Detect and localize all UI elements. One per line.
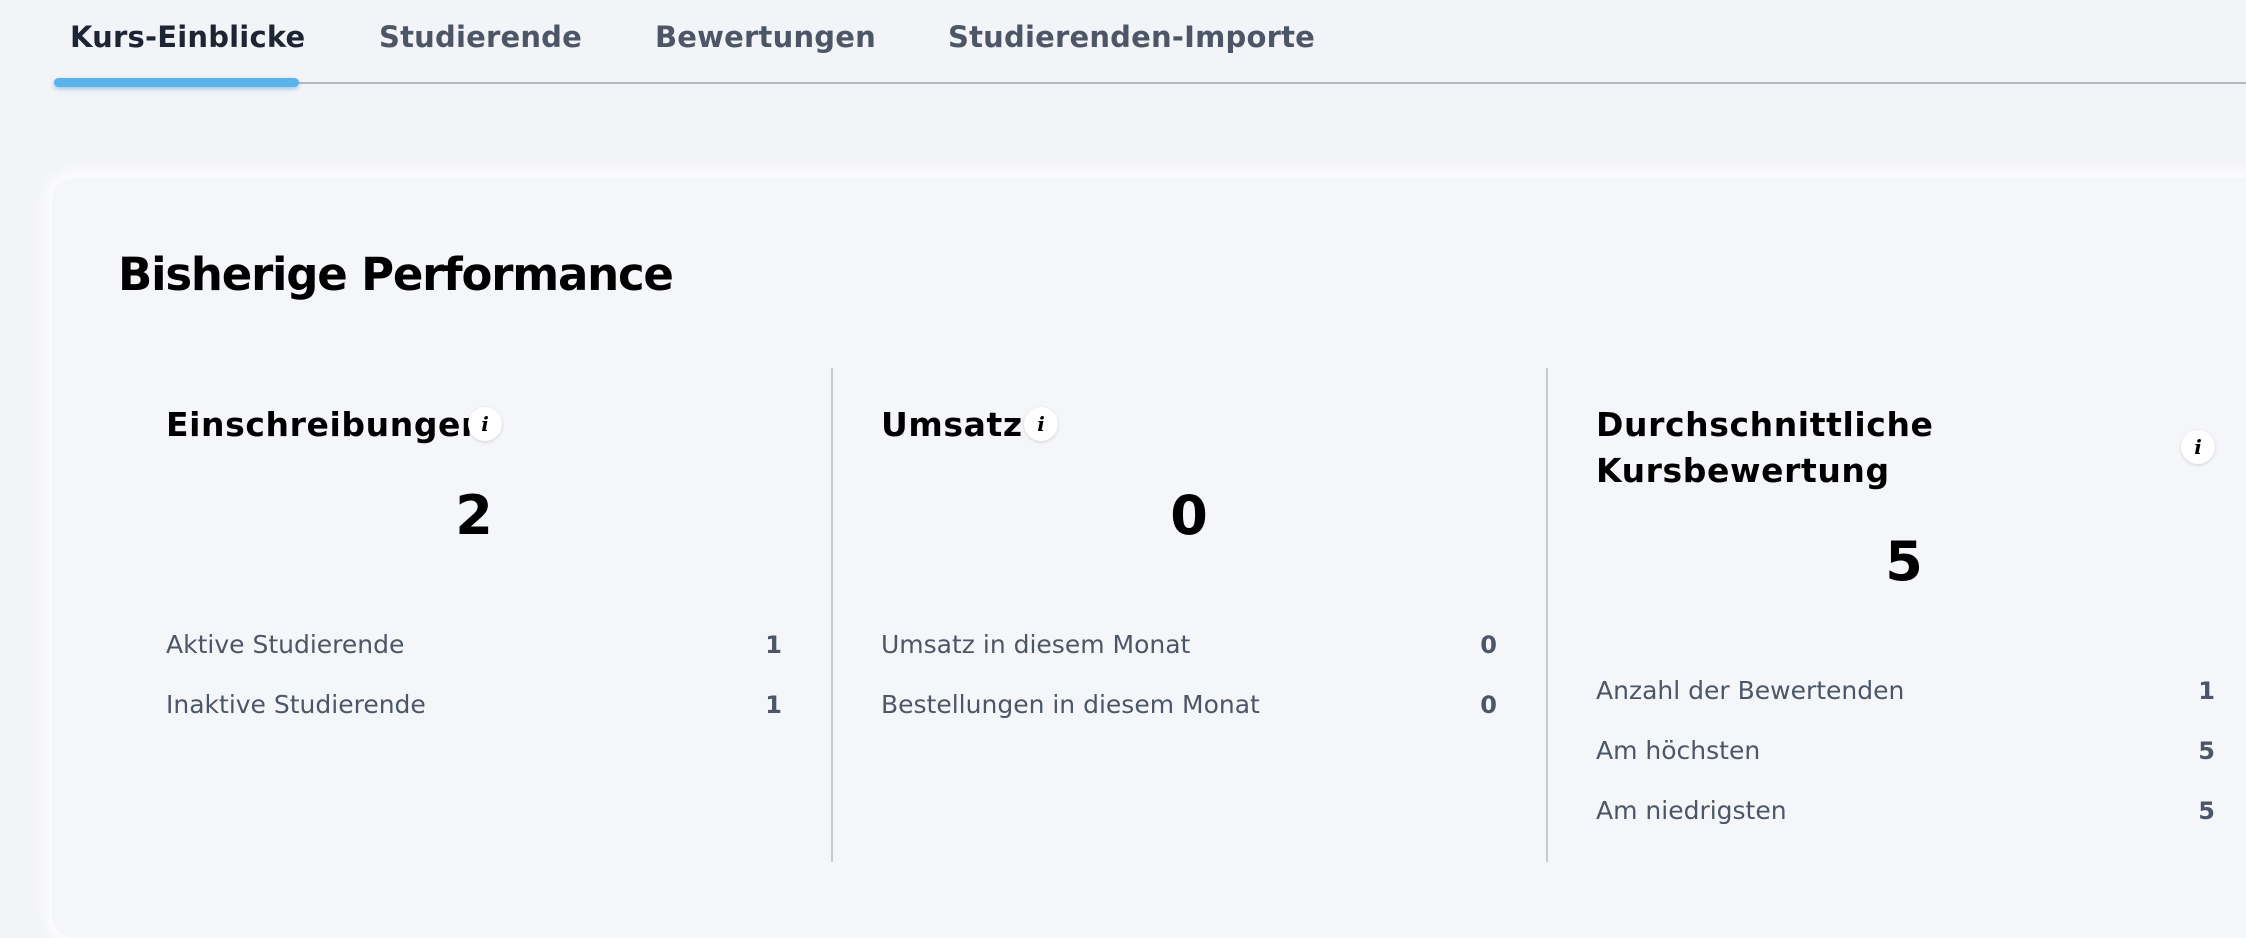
column-divider — [831, 368, 833, 862]
info-icon[interactable]: i — [468, 407, 502, 441]
metric-title: Einschreibungen — [166, 405, 486, 444]
row-value: 0 — [1480, 691, 1497, 719]
row-value: 5 — [2198, 737, 2215, 765]
row-label: Aktive Studierende — [166, 630, 405, 659]
row-label: Am höchsten — [1596, 736, 1761, 765]
row-label: Am niedrigsten — [1596, 796, 1787, 825]
metric-value: 0 — [1170, 484, 1208, 547]
row-label: Inaktive Studierende — [166, 690, 426, 719]
metric-title: Durchschnittliche Kursbewertung — [1596, 402, 1934, 494]
metric-title-line: Kursbewertung — [1596, 451, 1890, 490]
row-value: 1 — [765, 631, 782, 659]
tab-bar-divider — [54, 82, 2246, 84]
metric-title-line: Durchschnittliche — [1596, 405, 1934, 444]
info-icon[interactable]: i — [1024, 407, 1058, 441]
tab-studierende[interactable]: Studierende — [379, 20, 582, 54]
active-tab-indicator — [54, 78, 299, 87]
metric-value: 5 — [1885, 530, 1923, 593]
row-value: 1 — [2198, 677, 2215, 705]
metric-value: 2 — [455, 484, 493, 547]
tab-studierenden-importe[interactable]: Studierenden-Importe — [948, 20, 1315, 54]
metric-title: Umsatz — [881, 405, 1023, 444]
column-divider — [1546, 368, 1548, 862]
tab-bar: Kurs-Einblicke Studierende Bewertungen S… — [0, 0, 2246, 87]
row-label: Umsatz in diesem Monat — [881, 630, 1191, 659]
row-value: 1 — [765, 691, 782, 719]
row-value: 0 — [1480, 631, 1497, 659]
row-label: Bestellungen in diesem Monat — [881, 690, 1260, 719]
card-title: Bisherige Performance — [118, 248, 674, 301]
info-icon[interactable]: i — [2181, 430, 2215, 464]
row-value: 5 — [2198, 797, 2215, 825]
tab-kurs-einblicke[interactable]: Kurs-Einblicke — [70, 20, 305, 54]
row-label: Anzahl der Bewertenden — [1596, 676, 1905, 705]
tab-bewertungen[interactable]: Bewertungen — [655, 20, 876, 54]
